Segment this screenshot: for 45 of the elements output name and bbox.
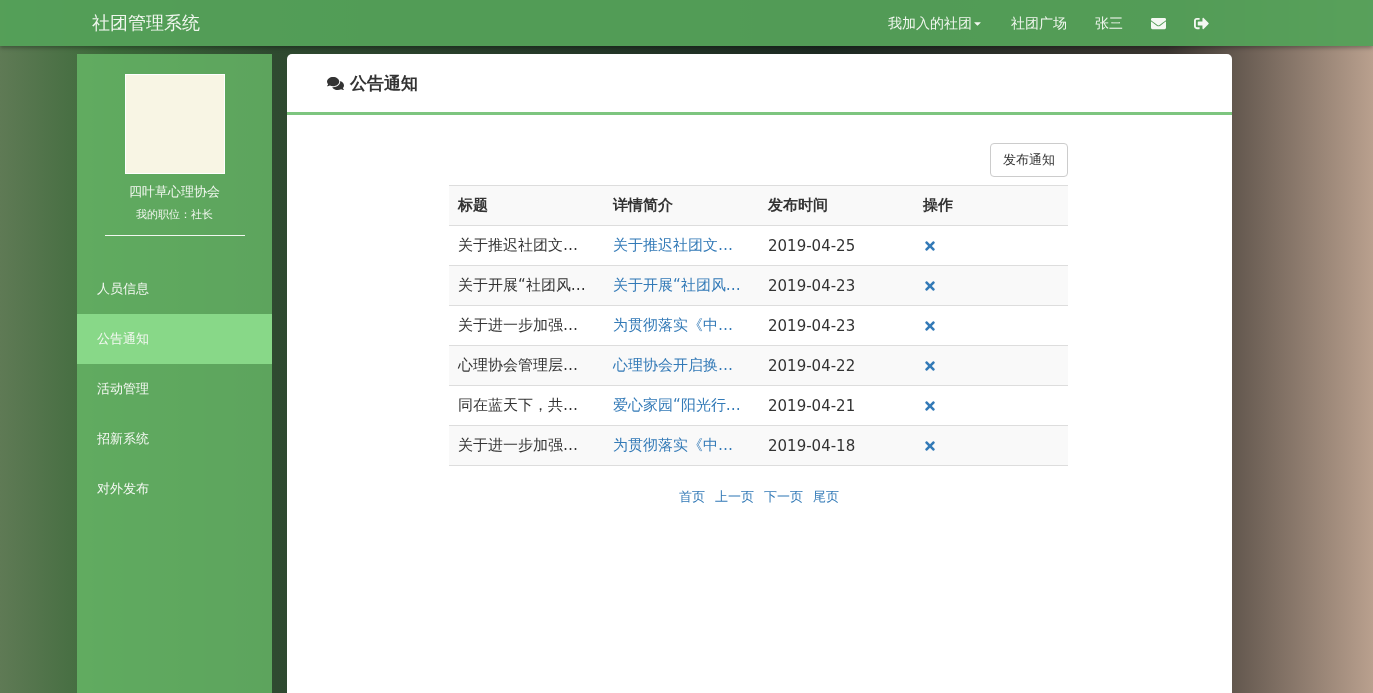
delete-icon[interactable] (923, 358, 937, 373)
club-name: 四叶草心理协会 (129, 183, 220, 201)
column-header: 发布时间 (767, 196, 829, 215)
summary-link[interactable]: 为贯彻落实《中… (613, 316, 733, 335)
title-cell-text: 关于开展“社团风… (457, 276, 587, 295)
date-cell-text: 2019-04-25 (767, 236, 857, 255)
title-cell-text: 心理协会管理层… (457, 356, 579, 375)
title-cell-text: 关于进一步加强… (457, 436, 579, 455)
sidebar-item[interactable]: 人员信息 (77, 264, 272, 314)
summary-link[interactable]: 关于开展“社团风… (613, 276, 741, 295)
delete-icon[interactable] (923, 318, 937, 333)
brand-link[interactable]: 社团管理系统 (92, 11, 200, 35)
comments-icon (327, 74, 344, 92)
column-header: 标题 (456, 196, 489, 215)
column-header: 操作 (922, 196, 954, 215)
title-cell-text: 关于进一步加强… (457, 316, 579, 335)
pagination-link[interactable]: 上一页 (714, 488, 754, 506)
panel-title: 公告通知 (350, 71, 418, 95)
summary-link[interactable]: 心理协会开启换… (613, 356, 733, 375)
pagination-link[interactable]: 下一页 (763, 488, 803, 506)
date-cell-text: 2019-04-23 (767, 316, 857, 335)
delete-icon[interactable] (923, 438, 937, 453)
date-cell-text: 2019-04-22 (767, 356, 857, 375)
pagination-link[interactable]: 首页 (678, 488, 705, 506)
nav-dropdown[interactable]: 我加入的社团 (874, 3, 997, 43)
summary-link[interactable]: 爱心家园“阳光行… (613, 396, 741, 415)
nav-link[interactable]: 社团广场 (997, 3, 1081, 43)
position-text: 我的职位：社长 (136, 207, 213, 222)
sidebar-item[interactable]: 活动管理 (77, 364, 272, 414)
date-cell-text: 2019-04-21 (767, 396, 857, 415)
sidebar-item[interactable]: 对外发布 (77, 464, 272, 514)
date-cell-text: 2019-04-23 (767, 276, 857, 295)
sidebar-item[interactable]: 招新系统 (77, 414, 272, 464)
summary-link[interactable]: 为贯彻落实《中… (613, 436, 733, 455)
publish-button[interactable]: 发布通知 (990, 143, 1068, 177)
date-cell-text: 2019-04-18 (767, 436, 857, 455)
nav-link[interactable]: 张三 (1081, 3, 1137, 43)
delete-icon[interactable] (923, 398, 937, 413)
title-cell-text: 同在蓝天下，共… (457, 396, 579, 415)
delete-icon[interactable] (923, 278, 937, 293)
pagination-link[interactable]: 尾页 (812, 488, 839, 506)
title-cell-text: 关于推迟社团文… (457, 236, 579, 255)
delete-icon[interactable] (923, 238, 937, 253)
summary-link[interactable]: 关于推迟社团文… (613, 236, 733, 255)
column-header: 详情简介 (611, 196, 674, 215)
